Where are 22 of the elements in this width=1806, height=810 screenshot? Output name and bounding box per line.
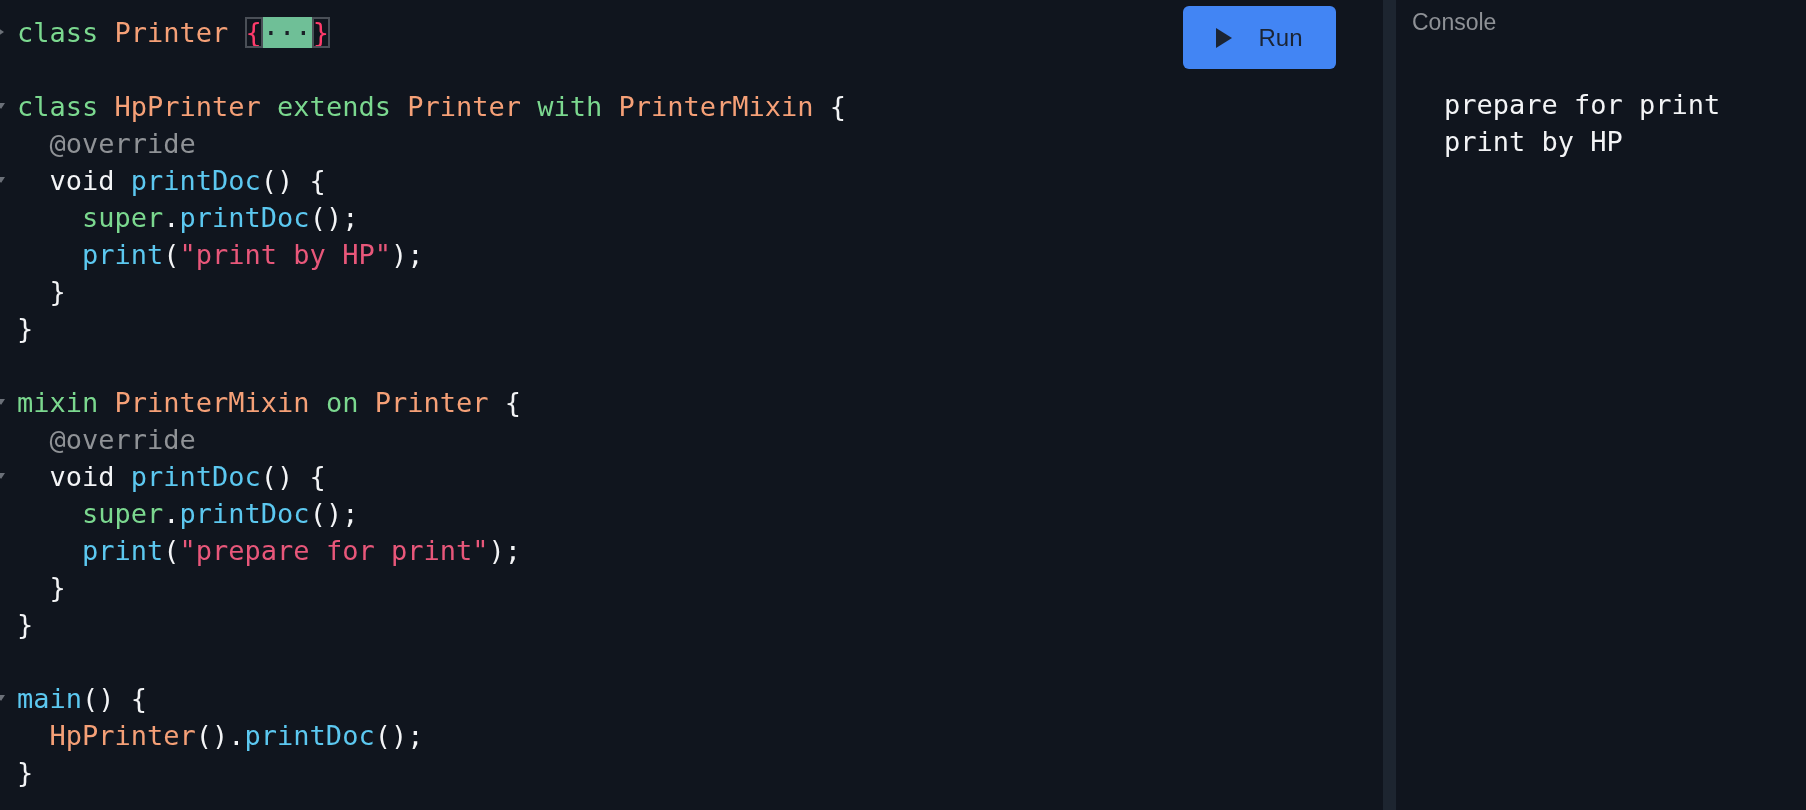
code-line: print("prepare for print"); [81, 534, 521, 568]
code-line: void printDoc() { [0, 458, 326, 495]
console-title: Console [1412, 8, 1498, 36]
play-icon [1216, 27, 1233, 48]
code-line: } [16, 756, 34, 790]
code-line: } [48, 571, 66, 605]
code-line: void printDoc() { [0, 162, 326, 199]
code-line: main() { [0, 680, 148, 717]
code-line: } [16, 608, 34, 642]
code-line: print("print by HP"); [81, 238, 424, 272]
code-line: super.printDoc(); [81, 497, 359, 531]
code-line: } [48, 275, 66, 309]
console-output-line: prepare for print [1444, 88, 1721, 122]
console-output-line: print by HP [1444, 125, 1623, 159]
code-line: HpPrinter().printDoc(); [48, 719, 424, 753]
code-line: @override [48, 127, 196, 161]
code-line: mixin PrinterMixin on Printer { [0, 384, 521, 421]
run-button[interactable]: Run [1183, 6, 1336, 69]
code-line: } [16, 312, 34, 346]
code-line: @override [48, 423, 196, 457]
code-line: super.printDoc(); [81, 201, 359, 235]
code-line: class HpPrinter extends Printer with PrinterMixin { [0, 88, 847, 125]
